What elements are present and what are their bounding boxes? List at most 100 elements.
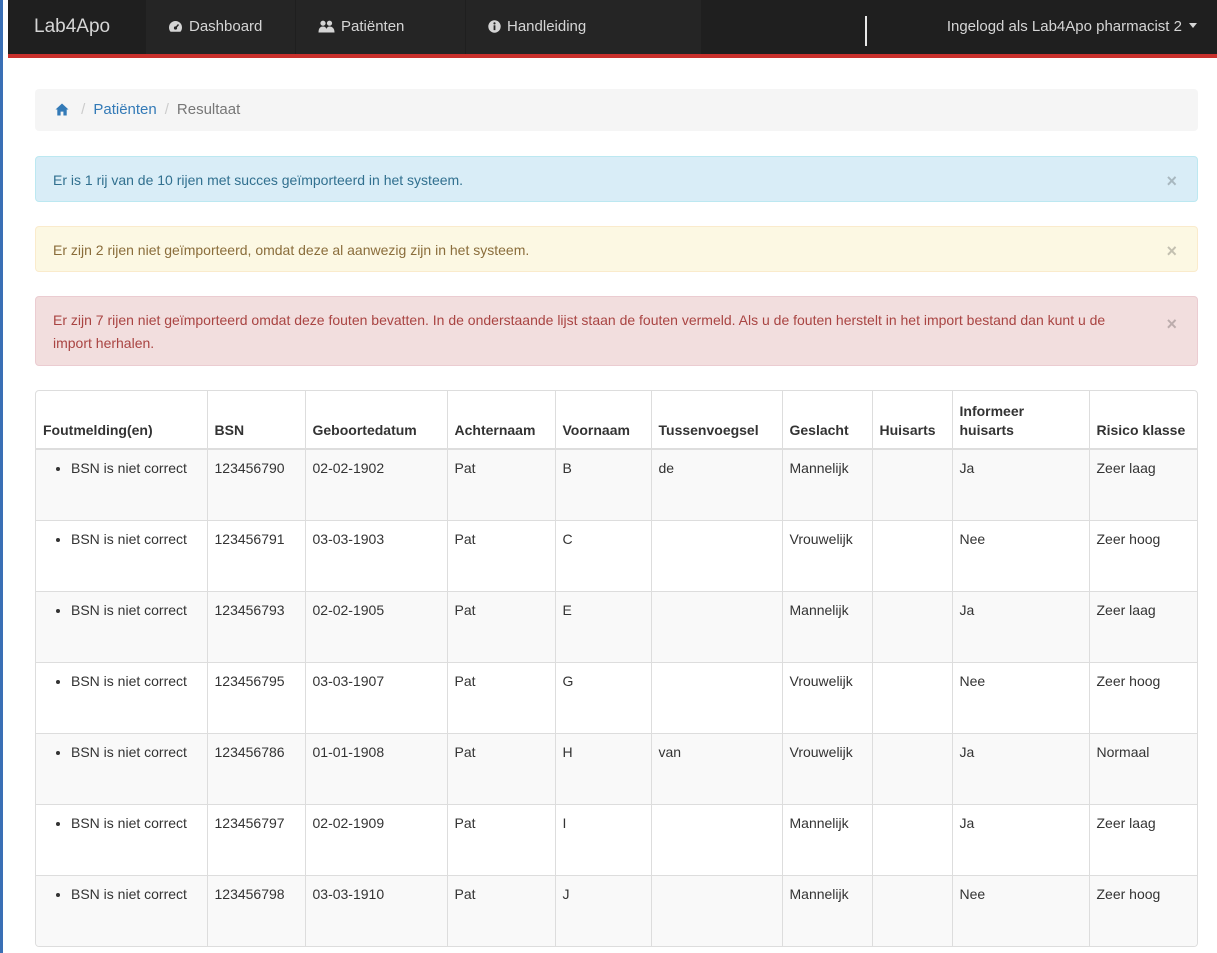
infix-cell: van: [651, 732, 783, 804]
brand-logo[interactable]: Lab4Apo: [34, 0, 110, 54]
firstname-cell: G: [555, 661, 652, 733]
error-message: BSN is niet correct: [71, 671, 200, 691]
nav-item-label: Handleiding: [507, 18, 587, 35]
column-header[interactable]: Informeer huisarts: [952, 391, 1090, 450]
gp-cell: [872, 590, 953, 662]
column-header[interactable]: Huisarts: [872, 391, 953, 450]
error-cell: BSN is niet correct: [36, 519, 208, 591]
bsn-cell: 123456786: [207, 732, 306, 804]
breadcrumb-separator: /: [81, 101, 86, 118]
error-message: BSN is niet correct: [71, 600, 200, 620]
infix-cell: [651, 590, 783, 662]
breadcrumb-home[interactable]: [55, 101, 73, 118]
nav-item-label: Patiënten: [341, 18, 405, 35]
alert-info-text: Er is 1 rij van de 10 rijen met succes g…: [53, 172, 464, 188]
infix-cell: [651, 874, 783, 946]
gender-cell: Vrouwelijk: [782, 661, 873, 733]
dob-cell: 02-02-1909: [305, 803, 448, 875]
user-menu-dropdown[interactable]: Ingelogd als Lab4Apo pharmacist 2: [947, 0, 1197, 54]
errors-table-panel: Foutmelding(en) BSN Geboortedatum Achter…: [35, 390, 1198, 947]
gp-cell: [872, 803, 953, 875]
gender-cell: Mannelijk: [782, 803, 873, 875]
infix-cell: de: [651, 449, 783, 520]
table-body: BSN is niet correct12345679002-02-1902Pa…: [36, 449, 1197, 946]
table-row: BSN is niet correct 12345679002-02-1902Pa…: [36, 449, 1197, 520]
risk-cell: Zeer laag: [1089, 590, 1197, 662]
table-row: BSN is niet correct 12345679702-02-1909Pa…: [36, 803, 1197, 875]
close-icon[interactable]: ×: [1166, 242, 1177, 260]
error-cell: BSN is niet correct: [36, 803, 208, 875]
nav-divider: [865, 16, 867, 46]
inform-gp-cell: Ja: [952, 590, 1090, 662]
inform-gp-cell: Nee: [952, 874, 1090, 946]
error-cell: BSN is niet correct: [36, 590, 208, 662]
breadcrumb-separator: /: [164, 101, 169, 118]
lastname-cell: Pat: [447, 732, 556, 804]
error-list: BSN is niet correct: [43, 458, 200, 478]
dob-cell: 03-03-1903: [305, 519, 448, 591]
error-message: BSN is niet correct: [71, 813, 200, 833]
firstname-cell: C: [555, 519, 652, 591]
table-row: BSN is niet correct 12345679803-03-1910Pa…: [36, 874, 1197, 946]
error-list: BSN is niet correct: [43, 813, 200, 833]
column-header[interactable]: BSN: [207, 391, 306, 450]
error-cell: BSN is niet correct: [36, 874, 208, 946]
breadcrumb-patienten[interactable]: Patiënten: [93, 101, 156, 118]
column-header[interactable]: Tussenvoegsel: [651, 391, 783, 450]
lastname-cell: Pat: [447, 519, 556, 591]
gp-cell: [872, 449, 953, 520]
bsn-cell: 123456793: [207, 590, 306, 662]
firstname-cell: J: [555, 874, 652, 946]
error-cell: BSN is niet correct: [36, 732, 208, 804]
table-row: BSN is niet correct 12345679103-03-1903Pa…: [36, 519, 1197, 591]
close-icon[interactable]: ×: [1166, 172, 1177, 190]
nav-item-patienten[interactable]: Patiënten: [296, 0, 465, 54]
column-header[interactable]: Geboortedatum: [305, 391, 448, 450]
gp-cell: [872, 732, 953, 804]
table-row: BSN is niet correct 12345679503-03-1907Pa…: [36, 661, 1197, 733]
risk-cell: Zeer laag: [1089, 449, 1197, 520]
dashboard-icon: [168, 21, 183, 32]
risk-cell: Zeer hoog: [1089, 661, 1197, 733]
nav-item-label: Dashboard: [189, 18, 263, 35]
firstname-cell: H: [555, 732, 652, 804]
nav-item-handleiding[interactable]: Handleiding: [466, 0, 701, 54]
alert-warning-text: Er zijn 2 rijen niet geïmporteerd, omdat…: [53, 242, 530, 258]
firstname-cell: I: [555, 803, 652, 875]
risk-cell: Normaal: [1089, 732, 1197, 804]
column-header[interactable]: Geslacht: [782, 391, 873, 450]
table-row: BSN is niet correct 12345678601-01-1908Pa…: [36, 732, 1197, 804]
users-icon: [318, 20, 335, 33]
column-header[interactable]: Foutmelding(en): [36, 391, 208, 450]
error-cell: BSN is niet correct: [36, 661, 208, 733]
error-message: BSN is niet correct: [71, 529, 200, 549]
user-menu-label: Ingelogd als Lab4Apo pharmacist 2: [946, 18, 1182, 35]
table-row: BSN is niet correct 12345679302-02-1905Pa…: [36, 590, 1197, 662]
home-icon: [55, 103, 69, 116]
column-header[interactable]: Voornaam: [555, 391, 652, 450]
error-cell: BSN is niet correct: [36, 449, 208, 520]
bsn-cell: 123456798: [207, 874, 306, 946]
inform-gp-cell: Ja: [952, 449, 1090, 520]
infix-cell: [651, 803, 783, 875]
error-list: BSN is niet correct: [43, 742, 200, 762]
table-header-row: Foutmelding(en) BSN Geboortedatum Achter…: [36, 391, 1197, 450]
bsn-cell: 123456797: [207, 803, 306, 875]
error-list: BSN is niet correct: [43, 671, 200, 691]
infix-cell: [651, 661, 783, 733]
error-message: BSN is niet correct: [71, 884, 200, 904]
column-header[interactable]: Risico klasse: [1089, 391, 1197, 450]
dob-cell: 03-03-1907: [305, 661, 448, 733]
bsn-cell: 123456795: [207, 661, 306, 733]
caret-down-icon: [1189, 23, 1197, 28]
dob-cell: 03-03-1910: [305, 874, 448, 946]
lastname-cell: Pat: [447, 590, 556, 662]
alert-success-info: Er is 1 rij van de 10 rijen met succes g…: [35, 156, 1198, 202]
error-message: BSN is niet correct: [71, 458, 200, 478]
top-navbar: Lab4Apo Dashboard Patiënten Handleiding …: [8, 0, 1217, 58]
lastname-cell: Pat: [447, 874, 556, 946]
inform-gp-cell: Ja: [952, 732, 1090, 804]
nav-item-dashboard[interactable]: Dashboard: [146, 0, 295, 54]
close-icon[interactable]: ×: [1166, 315, 1177, 333]
column-header[interactable]: Achternaam: [447, 391, 556, 450]
